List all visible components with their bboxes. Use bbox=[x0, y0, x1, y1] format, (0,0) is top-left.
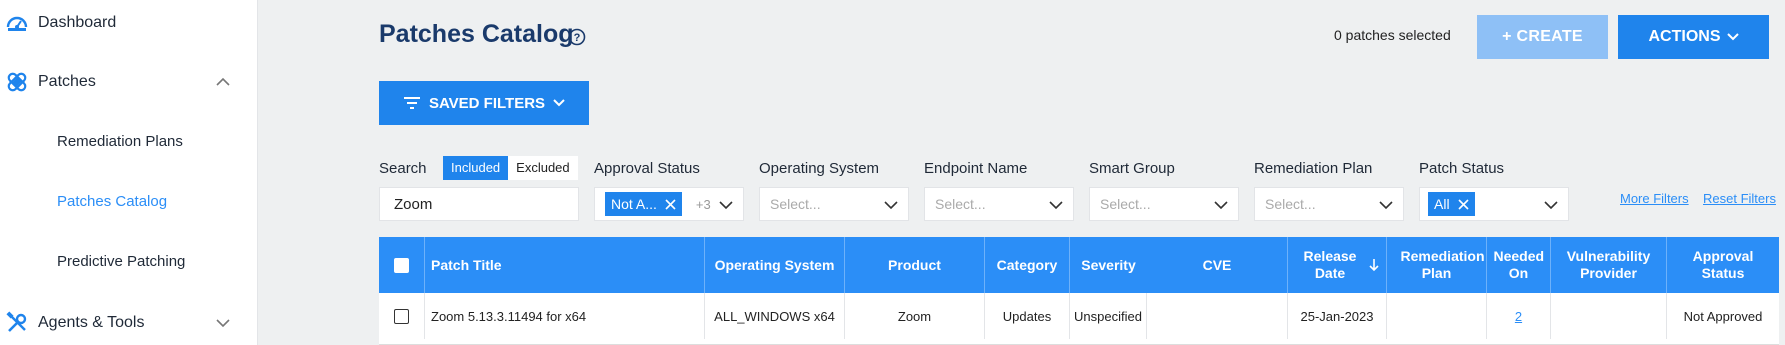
saved-filters-button[interactable]: SAVED FILTERS bbox=[379, 81, 589, 125]
select-all-checkbox[interactable] bbox=[394, 257, 409, 273]
release-date-label: Release Date bbox=[1303, 248, 1357, 281]
vulnerability-provider-header-label: Vulnerability Provider bbox=[1566, 248, 1651, 281]
smartgroup-placeholder: Select... bbox=[1100, 196, 1151, 212]
cell-operating-system: ALL_WINDOWS x64 bbox=[705, 293, 845, 339]
patch-status-select[interactable]: All bbox=[1419, 187, 1569, 221]
sidebar-item-patches[interactable]: Patches bbox=[0, 57, 258, 107]
saved-filters-label: SAVED FILTERS bbox=[428, 94, 546, 112]
cell-category: Updates bbox=[985, 293, 1070, 339]
chevron-down-icon bbox=[884, 201, 898, 210]
excluded-toggle[interactable]: Excluded bbox=[508, 156, 578, 180]
sidebar-item-label: Patches bbox=[38, 73, 96, 90]
cell-release-date: 25-Jan-2023 bbox=[1288, 293, 1387, 339]
column-header-release-date[interactable]: Release Date bbox=[1288, 237, 1387, 293]
close-icon[interactable] bbox=[1457, 198, 1469, 210]
column-header-operating-system[interactable]: Operating System bbox=[705, 237, 845, 293]
remediation-plan-header-label: Remediation Plan bbox=[1400, 248, 1485, 281]
selected-count: 0 patches selected bbox=[1334, 27, 1451, 43]
approval-status-header-label: Approval Status bbox=[1692, 248, 1754, 281]
select-all-cell bbox=[379, 237, 425, 293]
chevron-down-icon[interactable] bbox=[214, 314, 232, 332]
actions-button[interactable]: ACTIONS bbox=[1618, 15, 1769, 59]
cell-severity: Unspecified bbox=[1070, 293, 1147, 339]
approval-more-count: +3 bbox=[695, 196, 711, 212]
table-header: Patch Title Operating System Product Cat… bbox=[379, 237, 1779, 293]
page-title: Patches Catalog bbox=[379, 20, 574, 48]
column-header-category[interactable]: Category bbox=[985, 237, 1070, 293]
chevron-down-icon bbox=[553, 99, 565, 107]
operating-system-select[interactable]: Select... bbox=[759, 187, 909, 221]
filter-icon bbox=[403, 97, 420, 109]
table-row[interactable]: Zoom 5.13.3.11494 for x64 ALL_WINDOWS x6… bbox=[379, 293, 1779, 345]
cell-needed-on: 2 bbox=[1487, 293, 1551, 339]
column-header-product[interactable]: Product bbox=[845, 237, 985, 293]
included-toggle[interactable]: Included bbox=[443, 156, 509, 180]
sidebar-subitem-predictive-patching[interactable]: Predictive Patching bbox=[57, 253, 185, 270]
close-icon[interactable] bbox=[665, 198, 676, 210]
chevron-down-icon bbox=[1544, 201, 1558, 210]
endpoint-name-label: Endpoint Name bbox=[924, 160, 1028, 177]
endpoint-placeholder: Select... bbox=[935, 196, 986, 212]
smart-group-label: Smart Group bbox=[1089, 160, 1175, 177]
svg-text:?: ? bbox=[574, 32, 581, 44]
remediation-plan-select[interactable]: Select... bbox=[1254, 187, 1404, 221]
operating-system-label: Operating System bbox=[759, 160, 880, 177]
more-filters-link[interactable]: More Filters bbox=[1620, 191, 1689, 206]
endpoint-name-select[interactable]: Select... bbox=[924, 187, 1074, 221]
needed-on-header-label: Needed On bbox=[1493, 248, 1545, 281]
cell-approval-status: Not Approved bbox=[1683, 308, 1763, 324]
column-header-remediation-plan[interactable]: Remediation Plan bbox=[1387, 237, 1487, 293]
patch-status-chip-label: All bbox=[1434, 196, 1450, 212]
sort-down-icon bbox=[1369, 259, 1379, 272]
cell-product: Zoom bbox=[845, 293, 985, 339]
smart-group-select[interactable]: Select... bbox=[1089, 187, 1239, 221]
search-label: Search bbox=[379, 160, 427, 177]
cell-vulnerability-provider bbox=[1551, 293, 1667, 339]
create-button[interactable]: + CREATE bbox=[1477, 15, 1608, 59]
search-input[interactable]: Zoom bbox=[379, 187, 579, 221]
column-header-needed-on[interactable]: Needed On bbox=[1487, 237, 1551, 293]
chevron-up-icon[interactable] bbox=[214, 73, 232, 91]
cell-cve bbox=[1147, 293, 1288, 339]
patch-status-chip: All bbox=[1428, 192, 1475, 216]
help-icon[interactable]: ? bbox=[567, 27, 587, 47]
column-header-severity[interactable]: Severity bbox=[1070, 237, 1147, 293]
chevron-down-icon bbox=[1214, 201, 1228, 210]
cell-remediation-plan bbox=[1387, 293, 1487, 339]
remediation-plan-label: Remediation Plan bbox=[1254, 160, 1373, 177]
tools-icon bbox=[4, 310, 30, 336]
chevron-down-icon bbox=[1379, 201, 1393, 210]
sidebar-subitem-patches-catalog[interactable]: Patches Catalog bbox=[57, 193, 167, 210]
column-header-vulnerability-provider[interactable]: Vulnerability Provider bbox=[1551, 237, 1667, 293]
chevron-down-icon bbox=[1049, 201, 1063, 210]
chevron-down-icon bbox=[719, 201, 733, 210]
approval-chip-label: Not A... bbox=[611, 196, 657, 212]
row-select-cell bbox=[379, 293, 425, 339]
sidebar-subitem-remediation-plans[interactable]: Remediation Plans bbox=[57, 133, 183, 150]
gauge-icon bbox=[4, 10, 30, 36]
cell-patch-title[interactable]: Zoom 5.13.3.11494 for x64 bbox=[425, 293, 705, 339]
patch-status-label: Patch Status bbox=[1419, 160, 1505, 177]
sidebar-item-dashboard[interactable]: Dashboard bbox=[0, 0, 258, 48]
approval-status-label: Approval Status bbox=[594, 160, 700, 177]
sidebar-item-label: Dashboard bbox=[38, 14, 117, 31]
approval-chip: Not A... bbox=[605, 192, 682, 216]
sidebar-item-label: Agents & Tools bbox=[38, 314, 145, 331]
sidebar: Dashboard Patches Remediation Plans Patc… bbox=[0, 0, 258, 345]
actions-label: ACTIONS bbox=[1648, 28, 1721, 45]
column-header-cve[interactable]: CVE bbox=[1147, 237, 1288, 293]
remplan-placeholder: Select... bbox=[1265, 196, 1316, 212]
needed-on-link[interactable]: 2 bbox=[1515, 309, 1522, 324]
bandage-icon bbox=[4, 69, 30, 95]
approval-status-select[interactable]: Not A... +3 bbox=[594, 187, 744, 221]
sidebar-item-agents-tools[interactable]: Agents & Tools bbox=[0, 298, 258, 345]
row-checkbox[interactable] bbox=[394, 308, 409, 324]
chevron-down-icon bbox=[1726, 33, 1739, 41]
column-header-approval-status[interactable]: Approval Status bbox=[1667, 237, 1779, 293]
reset-filters-link[interactable]: Reset Filters bbox=[1703, 191, 1776, 206]
column-header-patch-title[interactable]: Patch Title bbox=[425, 237, 705, 293]
os-placeholder: Select... bbox=[770, 196, 821, 212]
include-exclude-toggle: Included Excluded bbox=[443, 156, 578, 180]
